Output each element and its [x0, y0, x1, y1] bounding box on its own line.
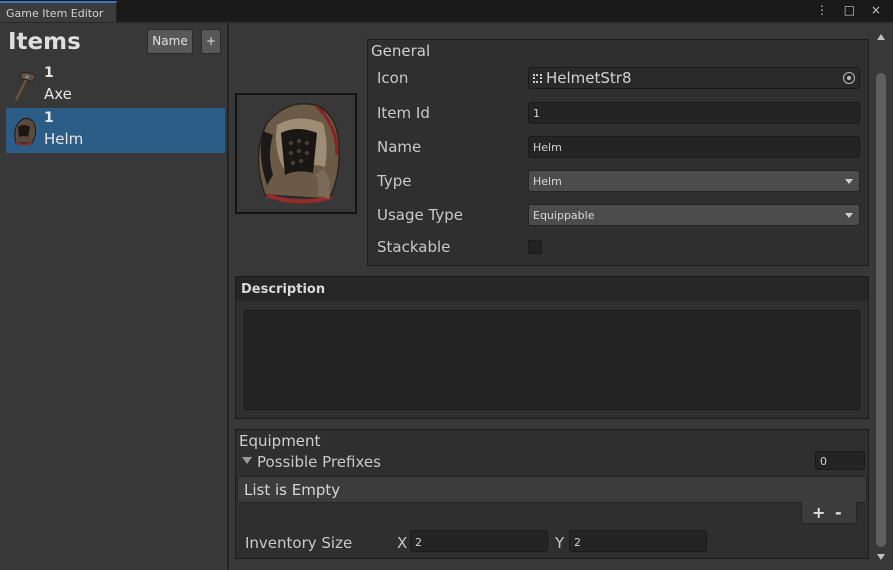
type-label: Type — [377, 172, 412, 190]
scroll-up-icon[interactable] — [877, 34, 885, 40]
usage-type-dropdown[interactable]: Equippable — [528, 204, 860, 226]
item-id-label: Item Id — [377, 104, 430, 122]
name-label: Name — [377, 138, 422, 156]
icon-value: HelmetStr8 — [546, 69, 632, 87]
object-picker-icon[interactable] — [843, 72, 855, 84]
vertical-scrollbar[interactable] — [872, 26, 890, 566]
sprite-icon — [533, 74, 542, 83]
add-item-button[interactable]: + — [201, 29, 221, 54]
y-label: Y — [555, 534, 565, 552]
list-item-helm[interactable]: 1 Helm — [6, 108, 225, 153]
scroll-down-icon[interactable] — [877, 554, 885, 560]
inventory-y-field[interactable]: 2 — [569, 530, 707, 552]
item-count: 1 — [44, 65, 54, 81]
tab-bar: Game Item Editor ⋮ □ × — [0, 0, 893, 22]
usage-type-label: Usage Type — [377, 206, 463, 224]
window-controls[interactable]: ⋮ □ × — [816, 3, 887, 17]
item-id-field[interactable]: 1 — [528, 102, 860, 124]
stackable-checkbox[interactable] — [528, 240, 542, 254]
icon-object-field[interactable]: HelmetStr8 — [528, 67, 860, 89]
tab-game-item-editor[interactable]: Game Item Editor — [0, 1, 117, 22]
axe-icon — [14, 71, 37, 101]
equipment-header: Equipment — [239, 432, 321, 450]
prefixes-count-field[interactable]: 0 — [815, 451, 865, 470]
item-name: Helm — [44, 130, 84, 148]
chevron-down-icon — [845, 179, 853, 184]
prefixes-list: List is Empty — [237, 476, 867, 503]
x-label: X — [397, 534, 408, 552]
items-title: Items — [8, 29, 81, 55]
helmet-image — [257, 103, 341, 204]
chevron-down-icon — [845, 213, 853, 218]
possible-prefixes-label[interactable]: Possible Prefixes — [257, 453, 381, 471]
icon-label: Icon — [377, 69, 409, 87]
name-field[interactable]: Helm — [528, 136, 860, 158]
general-header: General — [371, 42, 431, 60]
foldout-arrow-icon[interactable] — [242, 457, 252, 464]
items-panel: Items Name + 1 Axe 1 Helm — [0, 23, 228, 570]
stackable-label: Stackable — [377, 238, 451, 256]
description-textarea[interactable] — [244, 310, 860, 410]
description-section: Description — [235, 276, 869, 419]
item-details-panel: General Icon HelmetStr8 Item Id 1 Name H… — [229, 23, 893, 570]
add-prefix-button[interactable]: + — [812, 503, 825, 522]
helm-icon — [14, 117, 37, 146]
list-footer: + - — [801, 502, 857, 524]
description-header: Description — [236, 277, 868, 301]
remove-prefix-button[interactable]: - — [835, 503, 842, 522]
list-item-axe[interactable]: 1 Axe — [6, 63, 225, 108]
type-dropdown[interactable]: Helm — [528, 170, 860, 192]
type-value: Helm — [533, 175, 562, 188]
general-section: General Icon HelmetStr8 Item Id 1 Name H… — [367, 39, 869, 266]
item-preview — [235, 93, 357, 214]
usage-type-value: Equippable — [533, 209, 595, 222]
inventory-x-field[interactable]: 2 — [410, 530, 548, 552]
sort-by-name-button[interactable]: Name — [147, 29, 193, 54]
item-name: Axe — [44, 85, 72, 103]
equipment-section: Equipment Possible Prefixes 0 List is Em… — [235, 429, 869, 559]
scroll-thumb[interactable] — [876, 73, 886, 547]
item-count: 1 — [44, 110, 54, 126]
inventory-size-label: Inventory Size — [245, 534, 353, 552]
